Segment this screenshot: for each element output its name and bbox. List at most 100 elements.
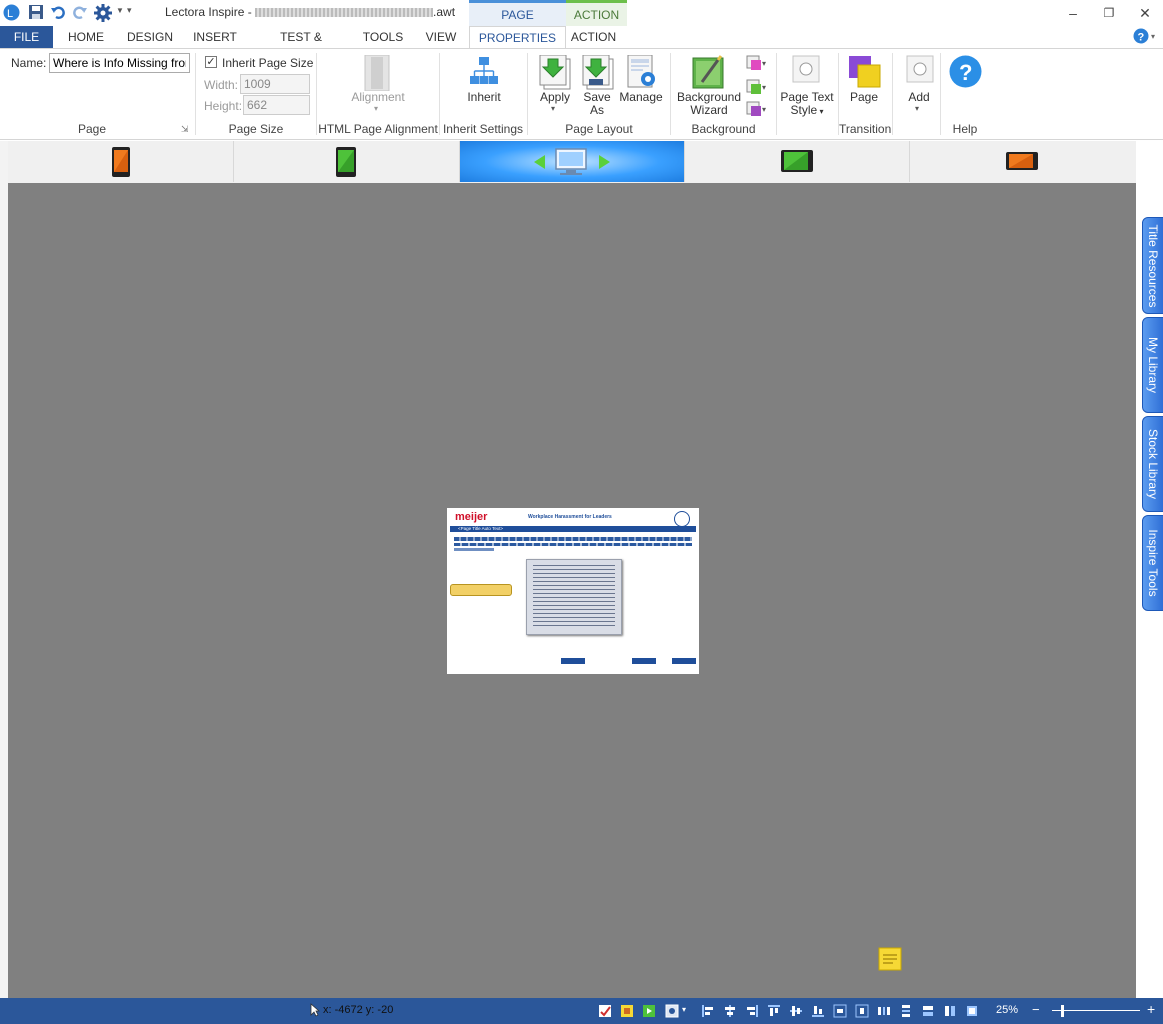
distribute-horizontal-icon[interactable] <box>877 1004 890 1017</box>
zoom-in-button[interactable]: + <box>1147 1001 1155 1017</box>
page-transition-button-label[interactable]: Page <box>840 91 888 104</box>
page-transition-icon[interactable] <box>848 55 882 92</box>
tab-design[interactable]: DESIGN <box>124 26 176 48</box>
alignment-button-label[interactable]: Alignment <box>340 91 416 104</box>
zoom-slider-thumb[interactable] <box>1061 1005 1064 1017</box>
side-tab-my-library[interactable]: My Library <box>1142 317 1163 413</box>
group-label-html-alignment: HTML Page Alignment <box>318 122 438 136</box>
save-icon[interactable] <box>28 4 44 20</box>
align-right-icon[interactable] <box>745 1004 758 1017</box>
svg-text:?: ? <box>1138 32 1145 44</box>
svg-text:▾: ▾ <box>762 59 766 68</box>
height-input[interactable] <box>243 95 310 115</box>
align-middle-icon[interactable] <box>789 1004 802 1017</box>
side-tab-stock-library[interactable]: Stock Library <box>1142 416 1163 512</box>
undo-icon[interactable] <box>50 4 66 20</box>
tab-view[interactable]: VIEW <box>420 26 462 48</box>
device-desktop[interactable] <box>460 141 685 182</box>
manage-layout-icon[interactable] <box>626 54 658 94</box>
tab-action[interactable]: ACTION <box>566 26 621 48</box>
device-phone-portrait[interactable] <box>8 141 234 182</box>
same-width-icon[interactable] <box>921 1004 933 1017</box>
window-title: Lectora Inspire - .awt <box>165 5 455 19</box>
width-input[interactable] <box>240 74 310 94</box>
gear-icon[interactable] <box>94 4 112 22</box>
side-tab-inspire-tools[interactable]: Inspire Tools <box>1142 515 1163 611</box>
center-horizontal-icon[interactable] <box>833 1004 847 1018</box>
align-top-icon[interactable] <box>767 1004 780 1017</box>
tab-file[interactable]: FILE <box>0 26 53 48</box>
lectora-app-icon[interactable]: L <box>3 4 20 21</box>
tablet-landscape-icon <box>781 150 813 172</box>
group-label-inherit-settings: Inherit Settings <box>442 122 524 136</box>
page-text-style-label-line1: Page Text <box>780 90 834 104</box>
notes-icon[interactable] <box>620 1004 633 1017</box>
close-button[interactable]: ✕ <box>1128 2 1162 24</box>
align-bottom-icon[interactable] <box>811 1004 824 1017</box>
zoom-slider-track[interactable] <box>1052 1010 1140 1011</box>
background-wizard-button-label[interactable]: Background Wizard <box>676 91 742 117</box>
save-as-layout-icon[interactable] <box>581 54 615 94</box>
page-name-input[interactable] <box>49 53 190 73</box>
preview-icon[interactable] <box>642 1004 655 1017</box>
redo-icon[interactable] <box>72 4 88 20</box>
run-chevron-icon[interactable]: ▾ <box>682 1005 686 1014</box>
same-size-icon[interactable] <box>965 1004 977 1017</box>
sticky-note-icon[interactable] <box>878 947 902 971</box>
device-tablet-landscape[interactable] <box>685 141 910 182</box>
run-icon[interactable] <box>665 1004 679 1018</box>
tab-home[interactable]: HOME <box>60 26 112 48</box>
add-icon[interactable] <box>906 55 934 86</box>
customize-qat-icon[interactable]: ▾ <box>127 5 132 16</box>
background-wizard-icon[interactable] <box>692 54 726 93</box>
device-tablet-portrait[interactable] <box>234 141 460 182</box>
side-tab-stock-library-label: Stock Library <box>1146 428 1160 500</box>
apply-button-label[interactable]: Apply <box>536 91 574 104</box>
apply-chevron-icon[interactable]: ▾ <box>551 104 555 113</box>
background-color-icon[interactable]: ▾ ▾ ▾ <box>745 54 769 125</box>
side-tab-title-resources[interactable]: Title Resources <box>1142 217 1163 314</box>
apply-layout-icon[interactable] <box>538 54 572 94</box>
help-question-icon[interactable]: ? <box>1133 28 1149 47</box>
alignment-icon[interactable] <box>361 54 393 92</box>
help-icon[interactable]: ? <box>949 55 982 91</box>
help-chevron-icon[interactable]: ▾ <box>1151 32 1155 41</box>
zoom-level: 25% <box>996 1004 1019 1016</box>
distribute-vertical-icon[interactable] <box>899 1004 911 1017</box>
inherit-page-size-checkbox[interactable]: ✓ <box>205 56 217 68</box>
spell-check-icon[interactable] <box>598 1004 611 1017</box>
chevron-down-icon[interactable]: ▼ <box>116 6 124 15</box>
add-chevron-icon[interactable]: ▾ <box>915 104 919 113</box>
zoom-out-button[interactable]: − <box>1032 1002 1040 1017</box>
save-as-button-label[interactable]: Save As <box>580 91 614 117</box>
page-text-style-button-label[interactable]: Page Text Style ▾ <box>780 91 834 118</box>
add-button-label[interactable]: Add <box>898 91 940 104</box>
background-wizard-label-line1: Background <box>676 90 742 104</box>
inherit-page-size-label: Inherit Page Size <box>222 56 314 70</box>
device-phone-landscape[interactable] <box>910 141 1136 182</box>
same-height-icon[interactable] <box>943 1004 955 1017</box>
meijer-logo: meijer <box>455 511 488 523</box>
side-tab-my-library-label: My Library <box>1146 336 1160 394</box>
preview-button-1 <box>561 658 585 664</box>
tab-insert[interactable]: INSERT <box>189 26 241 48</box>
alignment-chevron-icon[interactable]: ▾ <box>374 104 378 113</box>
inherit-hierarchy-icon[interactable] <box>469 56 499 91</box>
course-title: Workplace Harassment for Leaders <box>528 514 612 520</box>
minimize-button[interactable]: – <box>1056 2 1090 24</box>
center-vertical-icon[interactable] <box>855 1004 869 1018</box>
restore-button[interactable]: ❐ <box>1092 2 1126 24</box>
tab-properties[interactable]: PROPERTIES <box>469 26 566 49</box>
align-left-icon[interactable] <box>701 1004 713 1017</box>
tab-test-survey[interactable]: TEST & SURVEY <box>255 26 347 66</box>
manage-button-label[interactable]: Manage <box>618 91 664 104</box>
inherit-button-label[interactable]: Inherit <box>458 91 510 104</box>
side-tab-inspire-tools-label: Inspire Tools <box>1146 529 1160 597</box>
dialog-launcher-icon[interactable]: ⇲ <box>181 124 189 135</box>
status-bar: x: -4672 y: -20 ▾ 25% − + <box>0 998 1163 1024</box>
page-title-placeholder: <Page Title Auto Text> <box>458 526 503 531</box>
page-text-style-icon[interactable] <box>792 55 820 86</box>
align-center-icon[interactable] <box>723 1004 735 1017</box>
tab-tools[interactable]: TOOLS <box>358 26 408 48</box>
page-preview[interactable]: meijer Workplace Harassment for Leaders … <box>447 508 699 674</box>
